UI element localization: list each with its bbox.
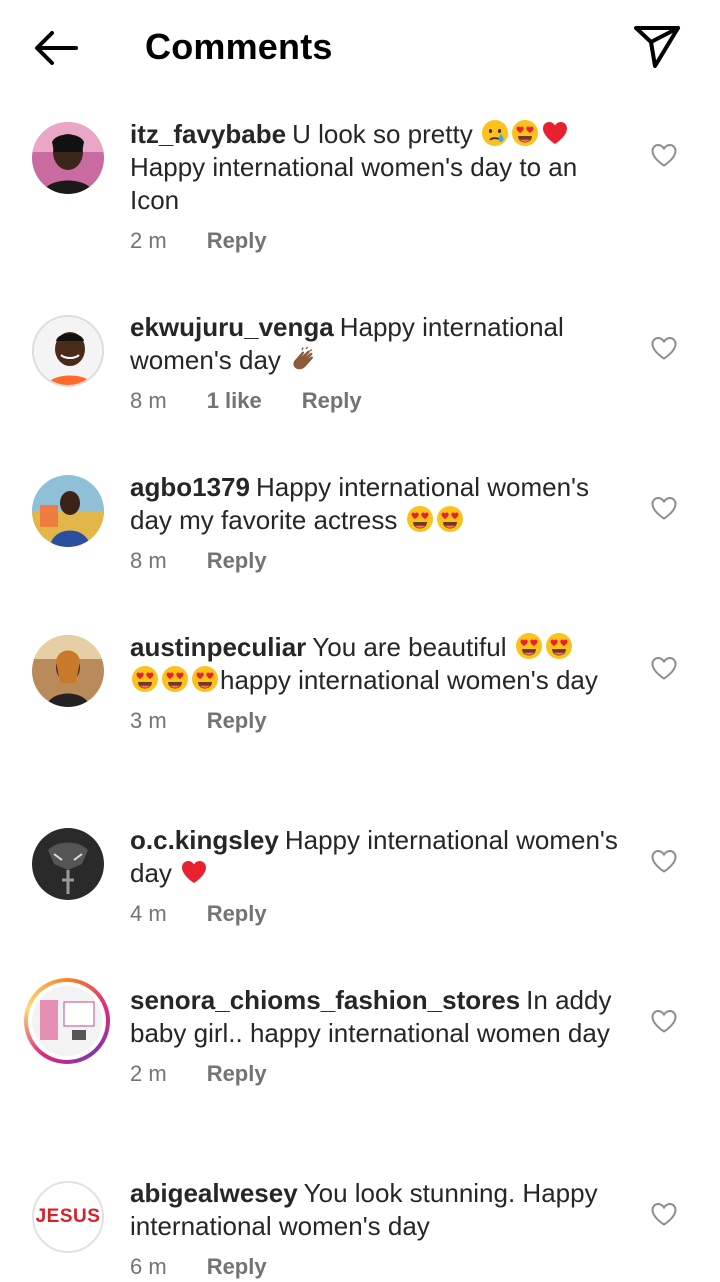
reply-button[interactable]: Reply bbox=[207, 901, 267, 927]
heart-outline-icon[interactable] bbox=[650, 1201, 678, 1227]
comment-timestamp: 8 m bbox=[130, 548, 167, 573]
comment-username[interactable]: austinpeculiar bbox=[130, 632, 306, 662]
comment-username[interactable]: agbo1379 bbox=[130, 472, 250, 502]
heart-outline-icon[interactable] bbox=[650, 1008, 678, 1034]
paper-plane-icon bbox=[634, 26, 680, 68]
heart-eyes-emoji-icon bbox=[436, 505, 464, 533]
comment-username[interactable]: itz_favybabe bbox=[130, 119, 286, 149]
red-heart-emoji-icon bbox=[180, 858, 208, 886]
comment-meta: 2 m Reply bbox=[130, 228, 630, 254]
comment-meta: 3 m Reply bbox=[130, 708, 630, 734]
comment-username[interactable]: ekwujuru_venga bbox=[130, 312, 334, 342]
heart-eyes-emoji-icon bbox=[131, 665, 159, 693]
comment-text: austinpeculiar You are beautiful happy in… bbox=[130, 631, 630, 697]
comment-meta: 4 m Reply bbox=[130, 901, 630, 927]
avatar[interactable] bbox=[32, 122, 104, 194]
comment-meta: 2 m Reply bbox=[130, 1061, 630, 1087]
back-button[interactable] bbox=[28, 24, 84, 72]
avatar-label: JESUS bbox=[35, 1206, 101, 1227]
heart-eyes-emoji-icon bbox=[545, 632, 573, 660]
heart-eyes-emoji-icon bbox=[406, 505, 434, 533]
comment-timestamp: 3 m bbox=[130, 708, 167, 733]
heart-outline-icon[interactable] bbox=[650, 335, 678, 361]
heart-eyes-emoji-icon bbox=[191, 665, 219, 693]
app-header: Comments bbox=[0, 0, 720, 96]
comment-meta: 8 m 1 like Reply bbox=[130, 388, 630, 414]
comment-meta: 6 m Reply bbox=[130, 1254, 630, 1280]
reply-button[interactable]: Reply bbox=[207, 228, 267, 254]
reply-button[interactable]: Reply bbox=[207, 708, 267, 734]
avatar[interactable]: JESUS bbox=[32, 1181, 104, 1253]
likes-count[interactable]: 1 like bbox=[207, 388, 262, 414]
heart-outline-icon[interactable] bbox=[650, 848, 678, 874]
comment-body: U look so pretty bbox=[292, 119, 473, 149]
heart-eyes-emoji-icon bbox=[515, 632, 543, 660]
comment-body-continued: happy international women's day bbox=[220, 665, 598, 695]
heart-outline-icon[interactable] bbox=[650, 142, 678, 168]
comment-timestamp: 6 m bbox=[130, 1254, 167, 1279]
avatar[interactable] bbox=[24, 978, 110, 1064]
comment-username[interactable]: abigealwesey bbox=[130, 1178, 298, 1208]
comment-body-continued: Happy international women's day to an Ic… bbox=[130, 152, 578, 215]
comment-text: ekwujuru_venga Happy international women'… bbox=[130, 311, 630, 377]
comment-timestamp: 8 m bbox=[130, 388, 167, 413]
avatar[interactable] bbox=[32, 475, 104, 547]
avatar[interactable] bbox=[32, 315, 104, 387]
share-button[interactable] bbox=[628, 22, 684, 70]
reply-button[interactable]: Reply bbox=[302, 388, 362, 414]
comment-timestamp: 2 m bbox=[130, 1061, 167, 1086]
comment-timestamp: 4 m bbox=[130, 901, 167, 926]
heart-eyes-emoji-icon bbox=[511, 119, 539, 147]
heart-outline-icon[interactable] bbox=[650, 495, 678, 521]
avatar[interactable] bbox=[32, 635, 104, 707]
comment-timestamp: 2 m bbox=[130, 228, 167, 253]
heart-outline-icon[interactable] bbox=[650, 655, 678, 681]
comment-text: itz_favybabe U look so pretty Happy inter… bbox=[130, 118, 630, 217]
reply-button[interactable]: Reply bbox=[207, 1061, 267, 1087]
arrow-left-icon bbox=[35, 31, 78, 65]
crying-face-emoji-icon bbox=[481, 119, 509, 147]
comment-body: You are beautiful bbox=[312, 632, 507, 662]
reply-button[interactable]: Reply bbox=[207, 1254, 267, 1280]
page-title: Comments bbox=[145, 26, 333, 67]
comment-text: senora_chioms_fashion_stores In addy baby… bbox=[130, 984, 630, 1050]
heart-eyes-emoji-icon bbox=[161, 665, 189, 693]
red-heart-emoji-icon bbox=[541, 119, 569, 147]
comment-username[interactable]: senora_chioms_fashion_stores bbox=[130, 985, 520, 1015]
reply-button[interactable]: Reply bbox=[207, 548, 267, 574]
clapping-hands-emoji-icon bbox=[289, 345, 317, 373]
comment-text: agbo1379 Happy international women's day … bbox=[130, 471, 630, 537]
avatar[interactable] bbox=[32, 828, 104, 900]
comment-meta: 8 m Reply bbox=[130, 548, 630, 574]
comment-username[interactable]: o.c.kingsley bbox=[130, 825, 279, 855]
comment-text: o.c.kingsley Happy international women's … bbox=[130, 824, 630, 890]
comment-text: abigealwesey You look stunning. Happy int… bbox=[130, 1177, 630, 1243]
